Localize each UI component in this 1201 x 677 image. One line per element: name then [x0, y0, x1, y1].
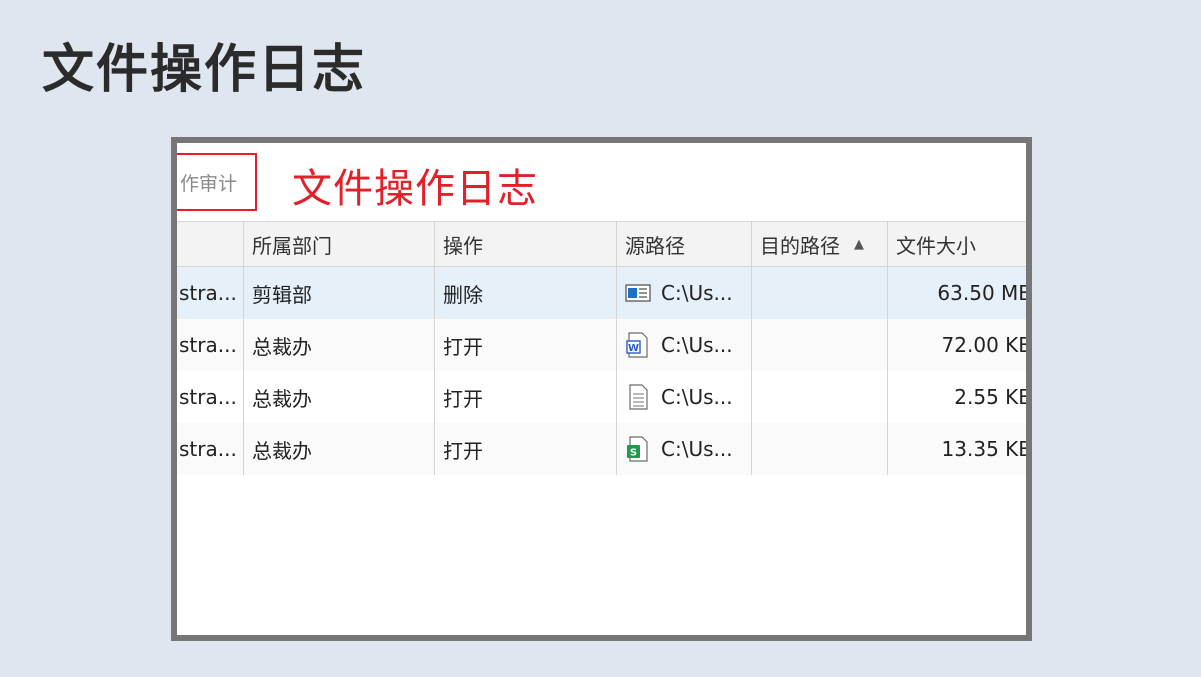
audit-tab[interactable]: 作审计	[177, 153, 257, 211]
table-header: 所属部门 操作 源路径 目的路径 ▲ 文件大小	[177, 221, 1026, 267]
source-path-cell: C:\Us...	[617, 267, 752, 319]
annotation-label: 文件操作日志	[292, 166, 538, 212]
file-log-table: 所属部门 操作 源路径 目的路径 ▲ 文件大小 stra... 剪辑部 删除 C…	[177, 221, 1032, 475]
source-path-cell: W C:\Us...	[617, 319, 752, 371]
svg-text:S: S	[630, 448, 637, 459]
user-cell: stra...	[177, 267, 244, 319]
user-cell: stra...	[177, 423, 244, 475]
video-file-icon	[625, 284, 651, 302]
column-header-operation[interactable]: 操作	[435, 222, 617, 266]
column-header-destination-path[interactable]: 目的路径 ▲	[752, 222, 888, 266]
source-path-text: C:\Us...	[661, 385, 733, 409]
table-row[interactable]: stra... 总裁办 打开 W C:\Us... 72.00 KB	[177, 319, 1032, 371]
source-path-text: C:\Us...	[661, 333, 733, 357]
page-title: 文件操作日志	[42, 40, 367, 100]
word-file-icon: W	[626, 332, 648, 358]
department-cell: 总裁办	[244, 371, 435, 423]
svg-text:W: W	[628, 343, 639, 354]
user-cell: stra...	[177, 371, 244, 423]
table-row[interactable]: stra... 总裁办 打开 C:\Us... 2.55 KB	[177, 371, 1032, 423]
operation-cell: 删除	[435, 267, 617, 319]
sort-ascending-icon: ▲	[854, 236, 864, 252]
operation-cell: 打开	[435, 371, 617, 423]
operation-cell: 打开	[435, 319, 617, 371]
column-header-department[interactable]: 所属部门	[244, 222, 435, 266]
department-cell: 总裁办	[244, 423, 435, 475]
source-path-text: C:\Us...	[661, 437, 733, 461]
source-path-cell: S C:\Us...	[617, 423, 752, 475]
destination-path-cell	[752, 267, 888, 319]
source-path-text: C:\Us...	[661, 281, 733, 305]
department-cell: 剪辑部	[244, 267, 435, 319]
column-header-file-size[interactable]: 文件大小	[888, 222, 1026, 266]
operation-cell: 打开	[435, 423, 617, 475]
spreadsheet-file-icon: S	[627, 436, 648, 462]
source-path-cell: C:\Us...	[617, 371, 752, 423]
column-header-source-path[interactable]: 源路径	[617, 222, 752, 266]
text-file-icon	[629, 384, 648, 410]
screenshot-frame: 作审计 文件操作日志 所属部门 操作 源路径 目的路径 ▲ 文件大小 stra.…	[171, 137, 1032, 641]
destination-path-cell	[752, 319, 888, 371]
file-size-cell: 2.55 KB	[954, 385, 1032, 409]
table-row[interactable]: stra... 总裁办 打开 S C:\Us... 13.35 KB	[177, 423, 1032, 475]
file-size-cell: 13.35 KB	[941, 437, 1032, 461]
department-cell: 总裁办	[244, 319, 435, 371]
user-cell: stra...	[177, 319, 244, 371]
destination-path-cell	[752, 423, 888, 475]
file-size-cell: 72.00 KB	[941, 333, 1032, 357]
table-row[interactable]: stra... 剪辑部 删除 C:\Us... 63.50 MB	[177, 267, 1032, 319]
destination-path-cell	[752, 371, 888, 423]
file-size-cell: 63.50 MB	[937, 281, 1032, 305]
audit-tab-label: 作审计	[179, 172, 237, 195]
column-header-user[interactable]	[177, 222, 244, 266]
destination-path-header-label: 目的路径	[760, 233, 840, 258]
